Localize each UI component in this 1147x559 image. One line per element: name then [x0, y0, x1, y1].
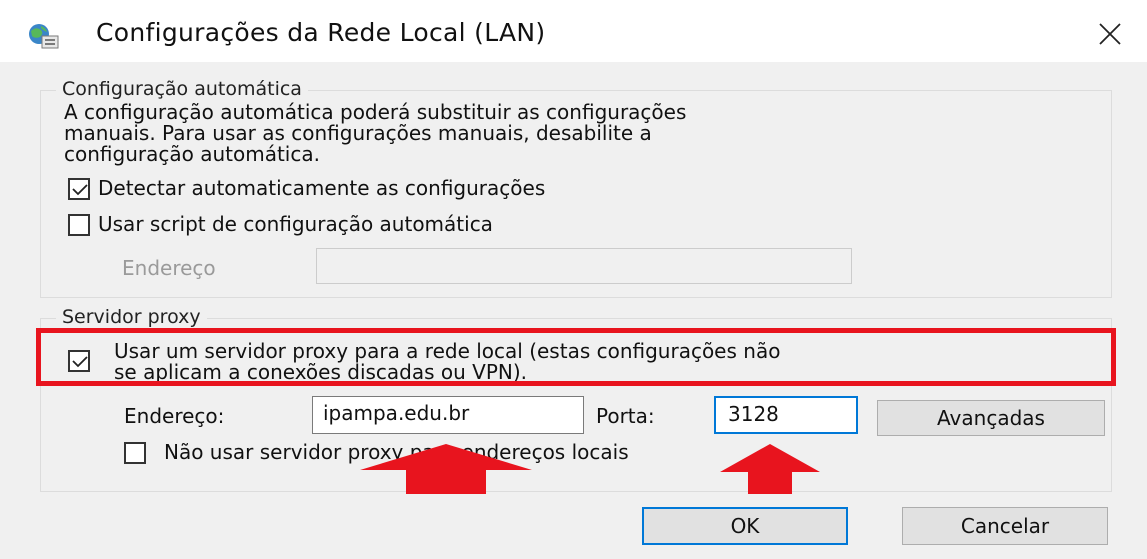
proxy-legend: Servidor proxy [56, 306, 207, 328]
use-proxy-highlight [36, 328, 1116, 386]
detect-settings-label[interactable]: Detectar automaticamente as configuraçõe… [98, 176, 545, 200]
lan-settings-dialog: Configurações da Rede Local (LAN) Config… [0, 0, 1147, 559]
proxy-port-label: Porta: [596, 404, 655, 428]
window-title: Configurações da Rede Local (LAN) [96, 18, 546, 47]
auto-config-legend: Configuração automática [56, 78, 308, 100]
cancel-button[interactable]: Cancelar [902, 507, 1108, 545]
advanced-button[interactable]: Avançadas [877, 400, 1105, 436]
arrow-up-icon [720, 444, 820, 494]
proxy-address-label: Endereço: [124, 404, 225, 428]
auto-config-description-line-2: manuais. Para usar as configurações manu… [64, 121, 652, 145]
auto-config-description-line-3: configuração automática. [64, 142, 320, 166]
script-address-label: Endereço [122, 256, 216, 280]
use-script-checkbox[interactable] [68, 214, 90, 236]
proxy-address-input[interactable]: ipampa.edu.br [312, 396, 584, 434]
checkmark-icon [72, 184, 88, 196]
ok-button[interactable]: OK [642, 507, 848, 545]
detect-settings-checkbox[interactable] [68, 178, 90, 200]
close-icon[interactable] [1090, 16, 1130, 52]
bypass-local-checkbox[interactable] [124, 442, 146, 464]
use-script-label[interactable]: Usar script de configuração automática [98, 212, 493, 236]
network-settings-icon [26, 22, 60, 50]
title-bar: Configurações da Rede Local (LAN) [0, 0, 1147, 62]
dialog-body: Configuração automática A configuração a… [0, 62, 1147, 559]
script-address-input[interactable] [316, 248, 852, 284]
auto-config-description-line-1: A configuração automática poderá substit… [64, 100, 687, 124]
proxy-port-input[interactable]: 3128 [714, 396, 858, 434]
arrow-up-icon [360, 444, 532, 494]
